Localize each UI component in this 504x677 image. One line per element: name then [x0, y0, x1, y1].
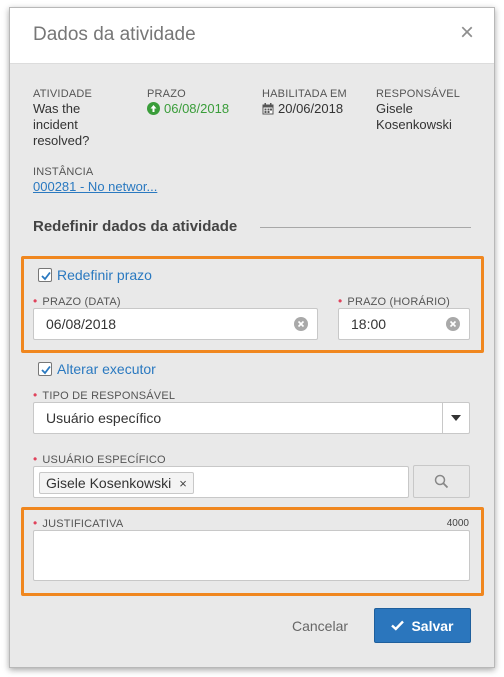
tipo-responsavel-label: • TIPO DE RESPONSÁVEL — [33, 388, 176, 402]
prazo-value: 06/08/2018 — [147, 101, 229, 117]
activity-dialog: Dados da atividade × ATIVIDADE Was the i… — [9, 7, 495, 668]
required-marker: • — [33, 294, 38, 308]
clear-date-icon[interactable] — [294, 317, 308, 331]
prazo-horario-label: • PRAZO (HORÁRIO) — [338, 294, 451, 308]
section-title: Redefinir dados da atividade — [33, 218, 238, 235]
chevron-down-icon[interactable] — [442, 403, 469, 433]
check-icon — [391, 620, 405, 631]
char-counter: 4000 — [446, 518, 469, 529]
remove-tag-icon[interactable]: × — [179, 476, 187, 491]
usuario-especifico-input[interactable]: Gisele Kosenkowski × — [33, 466, 409, 498]
usuario-especifico-label: • USUÁRIO ESPECÍFICO — [33, 452, 166, 466]
search-button[interactable] — [413, 465, 470, 498]
required-marker: • — [33, 516, 38, 530]
cancel-button[interactable]: Cancelar — [292, 618, 348, 634]
required-marker: • — [338, 294, 343, 308]
dialog-title: Dados da atividade — [33, 24, 196, 45]
prazo-horario-input[interactable]: 18:00 — [338, 308, 470, 340]
alterar-executor-label[interactable]: Alterar executor — [57, 361, 156, 377]
save-button[interactable]: Salvar — [374, 608, 471, 643]
atividade-value: Was the incident resolved? — [33, 101, 90, 148]
habilitada-value: 20/06/2018 — [262, 101, 343, 119]
prazo-label: PRAZO — [147, 88, 186, 100]
redefinir-prazo-checkbox[interactable] — [38, 268, 52, 282]
required-marker: • — [33, 388, 38, 402]
required-marker: • — [33, 452, 38, 466]
responsavel-label: RESPONSÁVEL — [376, 88, 461, 100]
arrow-up-circle-icon — [147, 102, 160, 115]
responsavel-value: Gisele Kosenkowski — [376, 101, 452, 132]
prazo-data-input[interactable]: 06/08/2018 — [33, 308, 318, 340]
clear-time-icon[interactable] — [446, 317, 460, 331]
redefinir-prazo-label[interactable]: Redefinir prazo — [57, 267, 152, 283]
close-icon[interactable]: × — [456, 21, 478, 45]
tipo-responsavel-select[interactable]: Usuário específico — [33, 402, 470, 434]
section-divider — [260, 227, 471, 228]
search-icon — [434, 474, 449, 489]
dialog-header: Dados da atividade × — [10, 8, 494, 64]
instancia-label: INSTÂNCIA — [33, 166, 94, 178]
prazo-data-label: • PRAZO (DATA) — [33, 294, 121, 308]
justificativa-label: • JUSTIFICATIVA — [33, 516, 124, 530]
user-tag: Gisele Kosenkowski × — [39, 472, 194, 494]
justificativa-textarea[interactable] — [33, 530, 470, 581]
calendar-icon — [262, 103, 274, 119]
alterar-executor-checkbox[interactable] — [38, 362, 52, 376]
habilitada-label: HABILITADA EM — [262, 88, 347, 100]
instancia-link[interactable]: 000281 - No networ... — [33, 179, 157, 195]
atividade-label: ATIVIDADE — [33, 88, 93, 100]
